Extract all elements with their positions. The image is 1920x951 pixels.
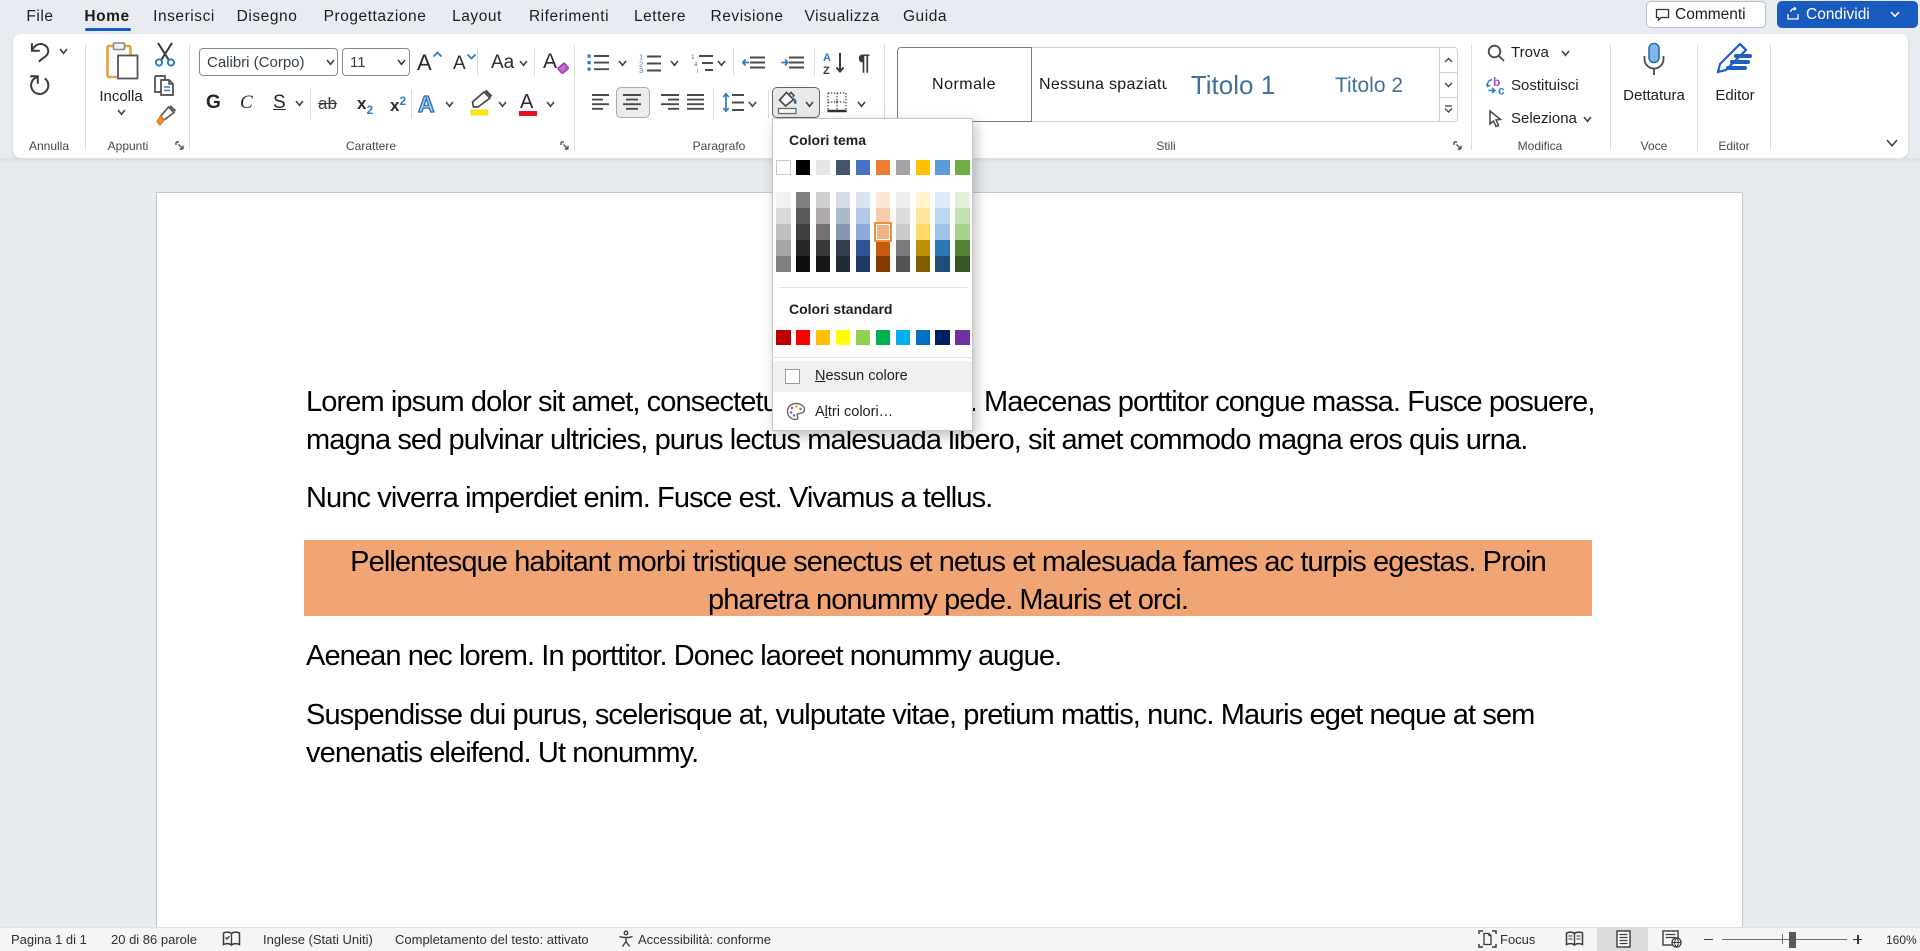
svg-text:A: A — [823, 52, 831, 64]
svg-text:1: 1 — [691, 54, 695, 61]
svg-text:3: 3 — [639, 66, 643, 75]
svg-text:i: i — [697, 68, 698, 75]
svg-text:Z: Z — [823, 65, 830, 77]
svg-text:c: c — [1498, 84, 1505, 98]
svg-text:a: a — [694, 61, 698, 68]
